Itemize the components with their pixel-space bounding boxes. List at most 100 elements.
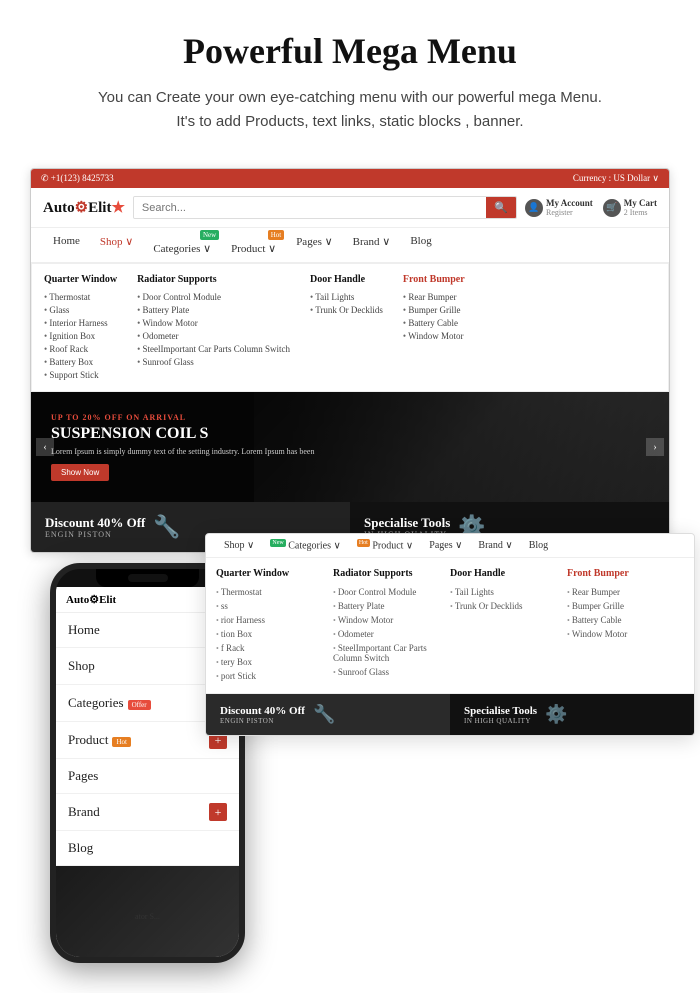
overlay-item[interactable]: tery Box xyxy=(216,655,325,669)
mega-col-bumper: Front Bumper Rear Bumper Bumper Grille B… xyxy=(403,274,465,381)
overlay-badge-new: New xyxy=(270,539,285,547)
hero-next-arrow[interactable]: › xyxy=(646,438,664,456)
account-labels: My Account Register xyxy=(546,198,593,217)
overlay-item[interactable]: Trunk Or Decklids xyxy=(450,599,559,613)
mega-item[interactable]: Window Motor xyxy=(137,316,290,329)
mega-item[interactable]: Rear Bumper xyxy=(403,290,465,303)
phone-car-bg: ator S... xyxy=(56,866,239,957)
desktop-mega-overlay: Shop ∨ New Categories ∨ Hot Product ∨ Pa… xyxy=(205,533,695,736)
page-title: Powerful Mega Menu xyxy=(40,30,660,72)
nav-item-blog[interactable]: Blog xyxy=(400,228,441,262)
overlay-item[interactable]: Window Motor xyxy=(567,627,676,641)
overlay-col-quarter: Quarter Window Thermostat ss rior Harnes… xyxy=(216,568,333,683)
mobile-nav-brand-expand[interactable]: + xyxy=(209,803,227,821)
hero-title: SUSPENSION COIL S xyxy=(51,425,314,443)
mega-item[interactable]: Support Stick xyxy=(44,368,117,381)
overlay-item[interactable]: f Rack xyxy=(216,641,325,655)
overlay-nav-pages[interactable]: Pages ∨ xyxy=(421,534,470,557)
mega-item[interactable]: Battery Cable xyxy=(403,316,465,329)
desktop-nav: Home Shop ∨ NewCategories ∨ HotProduct ∨… xyxy=(31,228,669,263)
mega-col-radiator: Radiator Supports Door Control Module Ba… xyxy=(137,274,290,381)
mega-item[interactable]: Trunk Or Decklids xyxy=(310,303,383,316)
nav-item-home[interactable]: Home xyxy=(43,228,90,262)
overlay-item[interactable]: Sunroof Glass xyxy=(333,665,442,679)
overlay-nav-brand[interactable]: Brand ∨ xyxy=(470,534,520,557)
topbar: ✆ +1(123) 8425733 Currency : US Dollar ∨ xyxy=(31,169,669,188)
search-button[interactable]: 🔍 xyxy=(486,197,516,218)
mobile-nav-categories-label: CategoriesOffer xyxy=(68,695,151,711)
overlay-promo-discount-label: Discount 40% Off xyxy=(220,705,305,717)
overlay-nav-categories[interactable]: New Categories ∨ xyxy=(262,534,348,557)
mobile-nav-blog[interactable]: Blog xyxy=(56,831,239,866)
mega-col-door: Door Handle Tail Lights Trunk Or Decklid… xyxy=(310,274,383,381)
mega-item[interactable]: Tail Lights xyxy=(310,290,383,303)
badge-new: New xyxy=(200,230,219,240)
nav-item-categories[interactable]: NewCategories ∨ xyxy=(143,228,221,262)
overlay-item[interactable]: SteelImportant Car Parts Column Switch xyxy=(333,641,442,665)
mega-item[interactable]: Sunroof Glass xyxy=(137,355,290,368)
site-header: Auto⚙Elit★ 🔍 👤 My Account Register 🛒 My … xyxy=(31,188,669,228)
hero-text: Lorem Ipsum is simply dummy text of the … xyxy=(51,447,314,456)
overlay-promo-discount-sub: ENGIN PISTON xyxy=(220,717,305,725)
overlay-item[interactable]: Thermostat xyxy=(216,585,325,599)
nav-item-product[interactable]: HotProduct ∨ xyxy=(221,228,286,262)
overlay-item[interactable]: Battery Plate xyxy=(333,599,442,613)
search-input[interactable] xyxy=(134,197,486,218)
overlay-item[interactable]: ss xyxy=(216,599,325,613)
badge-hot: Hot xyxy=(268,230,285,240)
search-bar[interactable]: 🔍 xyxy=(133,196,517,219)
hero-cta-button[interactable]: Show Now xyxy=(51,464,109,481)
mega-item[interactable]: Door Control Module xyxy=(137,290,290,303)
overlay-col-door-title: Door Handle xyxy=(450,568,559,579)
overlay-item[interactable]: Door Control Module xyxy=(333,585,442,599)
mega-item[interactable]: Glass xyxy=(44,303,117,316)
mega-item[interactable]: Ignition Box xyxy=(44,329,117,342)
mega-item[interactable]: SteelImportant Car Parts Column Switch xyxy=(137,342,290,355)
overlay-item[interactable]: rior Harness xyxy=(216,613,325,627)
cart-labels: My Cart 2 Items xyxy=(624,198,657,217)
mobile-nav-brand[interactable]: Brand + xyxy=(56,794,239,831)
mega-item[interactable]: Battery Plate xyxy=(137,303,290,316)
overlay-item[interactable]: Rear Bumper xyxy=(567,585,676,599)
nav-item-pages[interactable]: Pages ∨ xyxy=(286,228,342,262)
overlay-col-door: Door Handle Tail Lights Trunk Or Decklid… xyxy=(450,568,567,683)
mega-item[interactable]: Thermostat xyxy=(44,290,117,303)
mega-col-title-quarter: Quarter Window xyxy=(44,274,117,285)
page-subtitle: You can Create your own eye-catching men… xyxy=(40,86,660,134)
logo: Auto⚙Elit★ xyxy=(43,198,125,217)
topbar-phone: ✆ +1(123) 8425733 xyxy=(41,173,114,184)
mega-item[interactable]: Window Motor xyxy=(403,329,465,342)
overlay-item[interactable]: Tail Lights xyxy=(450,585,559,599)
overlay-item[interactable]: Battery Cable xyxy=(567,613,676,627)
mega-item[interactable]: Roof Rack xyxy=(44,342,117,355)
mega-item[interactable]: Battery Box xyxy=(44,355,117,368)
overlay-item[interactable]: port Stick xyxy=(216,669,325,683)
mega-item[interactable]: Odometer xyxy=(137,329,290,342)
overlay-item[interactable]: Bumper Grille xyxy=(567,599,676,613)
badge-hot-mobile: Hot xyxy=(112,737,131,747)
overlay-col-quarter-title: Quarter Window xyxy=(216,568,325,579)
promo-discount-label: Discount 40% Off xyxy=(45,515,145,531)
overlay-promo-tools-text: Specialise Tools IN HIGH QUALITY xyxy=(464,705,537,725)
desktop-screenshot: ✆ +1(123) 8425733 Currency : US Dollar ∨… xyxy=(30,168,670,553)
overlay-item[interactable]: tion Box xyxy=(216,627,325,641)
overlay-item[interactable]: Window Motor xyxy=(333,613,442,627)
mobile-nav-pages[interactable]: Pages xyxy=(56,759,239,794)
account-action[interactable]: 👤 My Account Register xyxy=(525,198,593,217)
cart-action[interactable]: 🛒 My Cart 2 Items xyxy=(603,198,657,217)
mega-item[interactable]: Interior Harness xyxy=(44,316,117,329)
nav-item-shop[interactable]: Shop ∨ xyxy=(90,228,143,262)
overlay-nav-product[interactable]: Hot Product ∨ xyxy=(349,534,421,557)
overlay-col-radiator-title: Radiator Supports xyxy=(333,568,442,579)
phone-car-text: ator S... xyxy=(135,912,160,921)
mega-col-title-bumper: Front Bumper xyxy=(403,274,465,285)
mega-item[interactable]: Bumper Grille xyxy=(403,303,465,316)
overlay-item[interactable]: Odometer xyxy=(333,627,442,641)
mobile-nav-brand-label: Brand xyxy=(68,804,100,820)
hero-prev-arrow[interactable]: ‹ xyxy=(36,438,54,456)
page-header: Powerful Mega Menu You can Create your o… xyxy=(0,0,700,144)
nav-item-brand[interactable]: Brand ∨ xyxy=(343,228,401,262)
overlay-nav-shop[interactable]: Shop ∨ xyxy=(216,534,262,557)
overlay-nav-blog[interactable]: Blog xyxy=(521,534,556,557)
overlay-mega: Quarter Window Thermostat ss rior Harnes… xyxy=(206,558,694,694)
